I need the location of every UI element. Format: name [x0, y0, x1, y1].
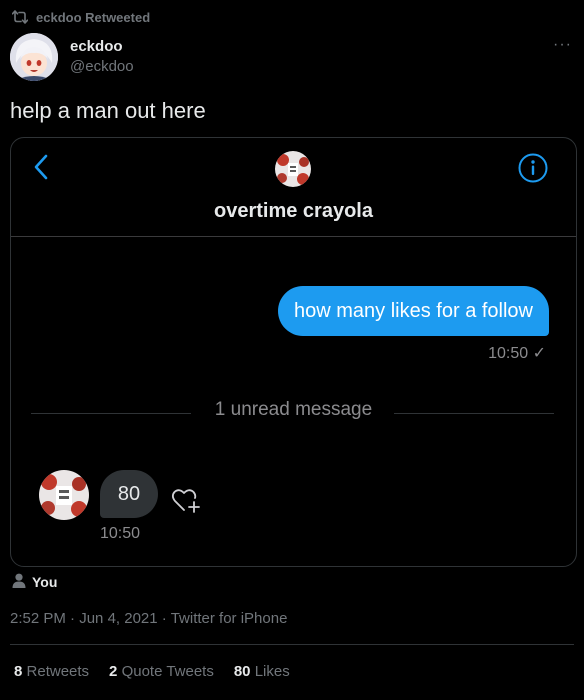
handle[interactable]: @eckdoo	[70, 57, 134, 77]
received-avatar	[39, 470, 89, 520]
tweet-text: help a man out here	[10, 98, 206, 123]
info-icon[interactable]	[518, 153, 548, 188]
retweet-banner-text: eckdoo Retweeted	[36, 9, 151, 25]
tweet-media-screenshot[interactable]: overtime crayola how many likes for a fo…	[10, 137, 577, 567]
avatar[interactable]	[10, 33, 58, 81]
divider	[10, 644, 574, 645]
tweet-meta: 2:52 PM · Jun 4, 2021 · Twitter for iPho…	[10, 610, 287, 627]
heart-plus-icon[interactable]	[171, 486, 201, 519]
quote-tweets-label: Quote Tweets	[121, 663, 214, 680]
more-menu-button[interactable]: ···	[553, 36, 572, 54]
back-chevron-icon[interactable]	[33, 153, 49, 186]
dm-header: overtime crayola	[11, 138, 576, 237]
received-message-bubble: 80	[100, 470, 158, 518]
tweet-date[interactable]: Jun 4, 2021	[79, 610, 157, 627]
tweet-source[interactable]: Twitter for iPhone	[171, 610, 288, 627]
unread-divider-label: 1 unread message	[214, 399, 373, 420]
quote-tweets-count: 2	[109, 663, 118, 680]
likes-stat[interactable]: 80 Likes	[234, 663, 290, 680]
likes-count: 80	[233, 663, 251, 680]
retweets-label: Retweets	[26, 663, 90, 680]
sent-message-bubble: how many likes for a follow	[278, 286, 549, 336]
tweet-author[interactable]: eckdoo @eckdoo	[10, 33, 134, 81]
retweets-count: 8	[14, 663, 23, 680]
person-icon	[12, 573, 26, 591]
tweet-time[interactable]: 2:52 PM	[10, 610, 66, 627]
display-name[interactable]: eckdoo	[70, 37, 134, 57]
chat-name: overtime crayola	[214, 200, 373, 222]
chat-avatar	[275, 151, 311, 187]
tweet-stats: 8 Retweets 2 Quote Tweets 80 Likes	[14, 663, 290, 680]
sent-message-time: 10:50 ✓	[488, 345, 546, 362]
unread-divider-right	[394, 413, 554, 414]
quote-tweets-stat[interactable]: 2 Quote Tweets	[109, 663, 214, 680]
likes-label: Likes	[254, 663, 290, 680]
retweets-stat[interactable]: 8 Retweets	[14, 663, 89, 680]
meta-separator: ·	[70, 610, 76, 627]
tagged-user-label: You	[32, 574, 58, 590]
retweet-icon	[12, 10, 28, 24]
tagged-user[interactable]: You	[12, 573, 57, 591]
retweet-banner[interactable]: eckdoo Retweeted	[12, 8, 150, 26]
meta-separator: ·	[161, 610, 167, 627]
received-message-time: 10:50	[100, 525, 141, 542]
